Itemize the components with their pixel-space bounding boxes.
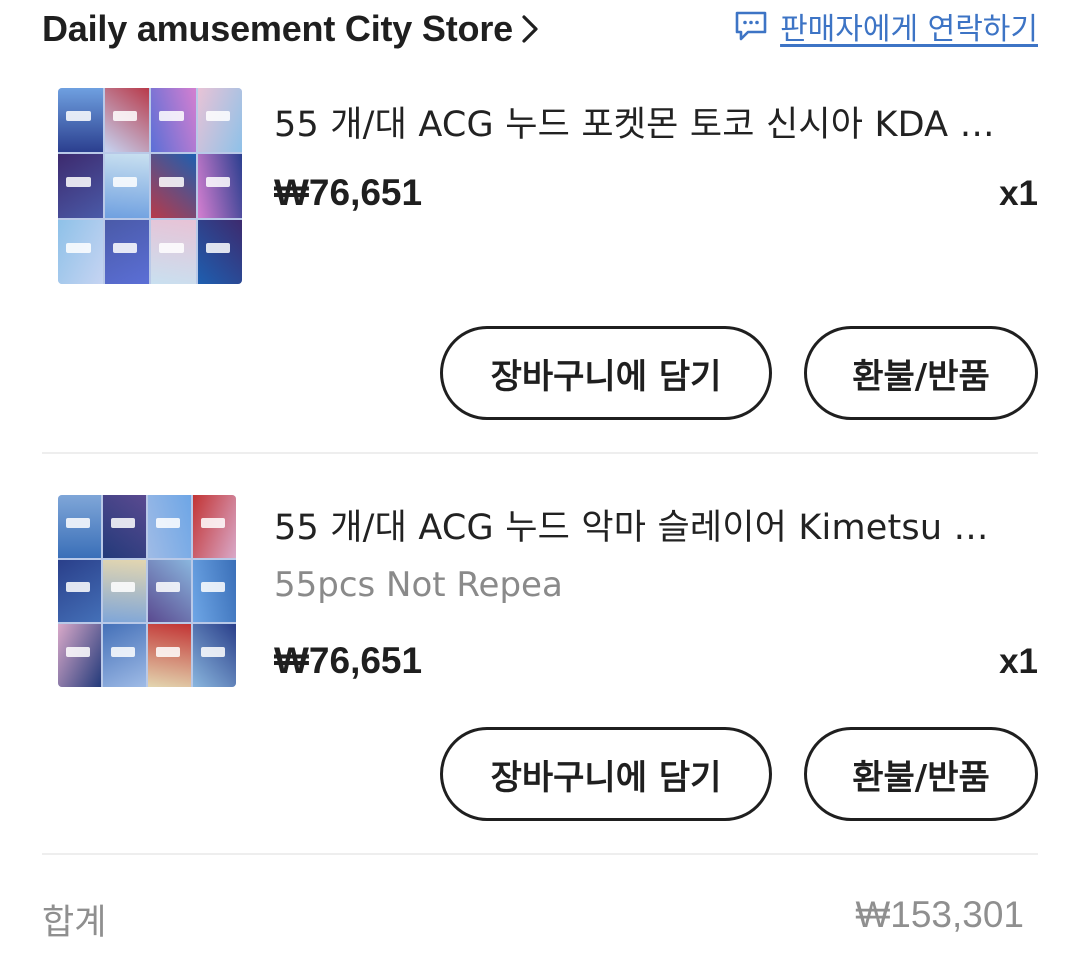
thumbnail-tile bbox=[193, 495, 236, 558]
product-price: ₩76,651 bbox=[274, 172, 423, 213]
total-value: ₩153,301 bbox=[855, 894, 1024, 935]
contact-seller-label: 판매자에게 연락하기 bbox=[780, 12, 1038, 47]
add-to-cart-button[interactable]: 장바구니에 담기 bbox=[440, 326, 772, 420]
thumbnail-tile bbox=[58, 559, 101, 623]
thumbnail-tile bbox=[104, 220, 149, 284]
order-item: 55 개/대 ACG 누드 악마 슬레이어 Kimetsu … 55pcs No… bbox=[42, 485, 1038, 855]
thumbnail-tile bbox=[151, 154, 196, 218]
thumbnail-tile bbox=[103, 495, 146, 558]
contact-seller-link[interactable]: 판매자에게 연락하기 bbox=[734, 6, 1038, 47]
order-page: Daily amusement City Store 판매자에게 연락하기 55… bbox=[0, 0, 1080, 961]
product-quantity: x1 bbox=[999, 642, 1038, 681]
thumbnail-tile bbox=[104, 88, 149, 152]
product-title[interactable]: 55 개/대 ACG 누드 악마 슬레이어 Kimetsu … bbox=[274, 499, 1034, 550]
thumbnail-tile bbox=[197, 88, 242, 152]
refund-return-button[interactable]: 환불/반품 bbox=[804, 326, 1038, 420]
thumbnail-tile bbox=[151, 220, 196, 284]
chevron-right-icon bbox=[519, 13, 541, 45]
thumbnail-tile bbox=[58, 495, 101, 558]
order-item: 55 개/대 ACG 누드 포켓몬 토코 신시아 KDA … ₩76,651 x… bbox=[42, 82, 1038, 454]
thumbnail-tile bbox=[148, 559, 191, 623]
thumbnail-tile bbox=[104, 154, 149, 218]
product-thumbnail[interactable] bbox=[58, 495, 236, 687]
total-label: 합계 bbox=[42, 903, 107, 943]
product-quantity: x1 bbox=[999, 174, 1038, 213]
thumbnail-tile bbox=[58, 624, 101, 687]
thumbnail-tile bbox=[58, 220, 103, 284]
product-option: 55pcs Not Repea bbox=[274, 565, 563, 605]
divider bbox=[42, 853, 1038, 855]
thumbnail-tile bbox=[197, 220, 242, 284]
product-price: ₩76,651 bbox=[274, 640, 423, 681]
add-to-cart-button[interactable]: 장바구니에 담기 bbox=[440, 727, 772, 821]
store-name: Daily amusement City Store bbox=[42, 8, 513, 49]
refund-return-button[interactable]: 환불/반품 bbox=[804, 727, 1038, 821]
thumbnail-tile bbox=[197, 154, 242, 218]
thumbnail-tile bbox=[148, 624, 191, 687]
divider bbox=[42, 452, 1038, 454]
thumbnail-tile bbox=[103, 559, 146, 623]
thumbnail-tile bbox=[58, 154, 103, 218]
thumbnail-tile bbox=[148, 495, 191, 558]
thumbnail-tile bbox=[103, 624, 146, 687]
product-title[interactable]: 55 개/대 ACG 누드 포켓몬 토코 신시아 KDA … bbox=[274, 96, 1034, 147]
product-thumbnail[interactable] bbox=[58, 88, 242, 284]
thumbnail-tile bbox=[193, 559, 236, 623]
thumbnail-tile bbox=[58, 88, 103, 152]
thumbnail-tile bbox=[151, 88, 196, 152]
chat-bubble-icon bbox=[734, 10, 768, 42]
thumbnail-tile bbox=[193, 624, 236, 687]
store-link[interactable]: Daily amusement City Store bbox=[42, 0, 541, 58]
